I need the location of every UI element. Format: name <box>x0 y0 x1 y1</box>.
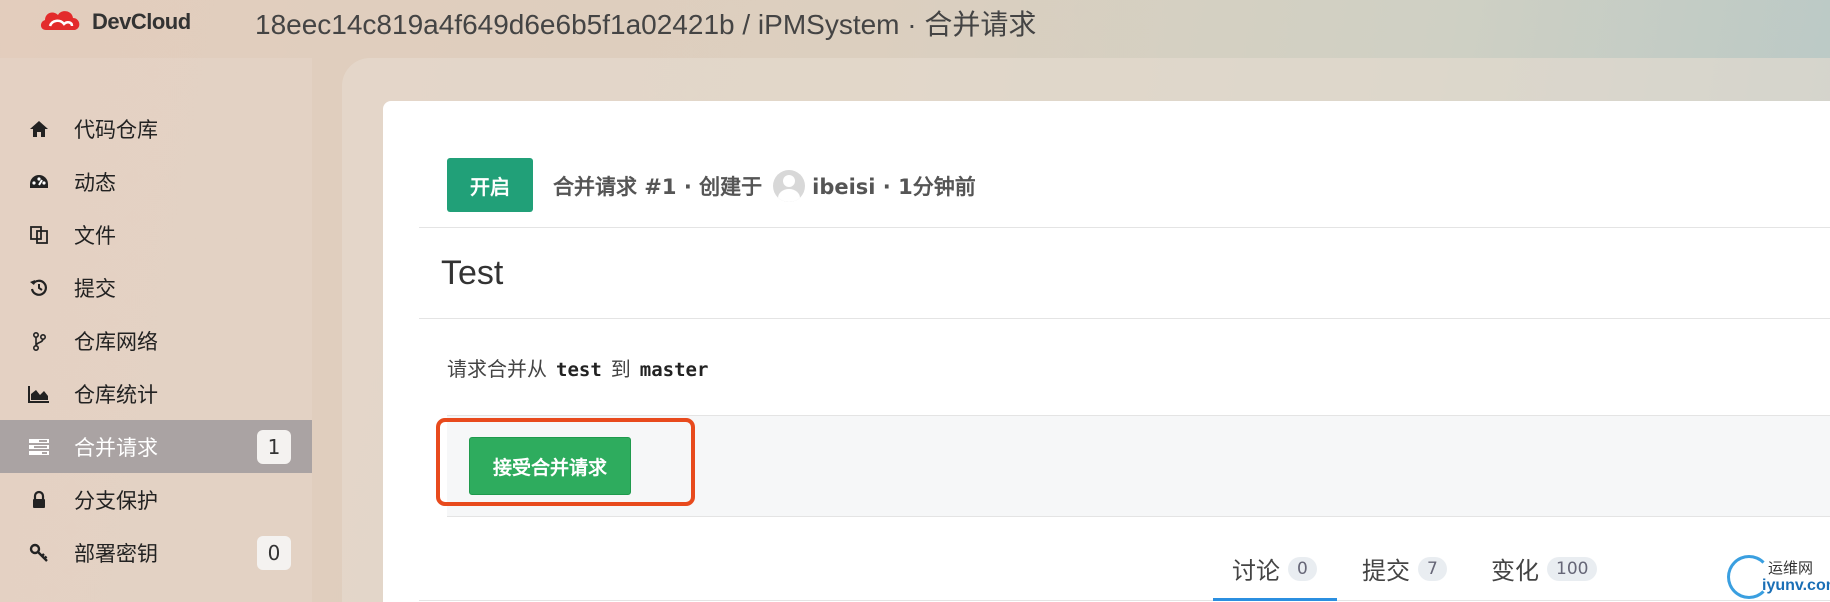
sidebar: 代码仓库 动态 文件 提交 仓库网络 仓库统计 合并请求 1 分支保护 部署密钥… <box>0 58 312 602</box>
tab-commits[interactable]: 提交 7 <box>1362 549 1447 602</box>
tab-label: 提交 <box>1362 557 1410 585</box>
sidebar-item-branch-protection[interactable]: 分支保护 <box>0 473 312 526</box>
desc-prefix: 请求合并从 <box>447 357 547 381</box>
divider <box>419 227 1830 228</box>
sidebar-item-label: 分支保护 <box>74 488 158 513</box>
page-title: 18eec14c819a4f649d6e6b5f1a02421b / iPMSy… <box>255 9 1037 40</box>
sidebar-item-label: 提交 <box>74 276 116 301</box>
devcloud-logo[interactable]: DevCloud <box>38 6 191 38</box>
pr-meta: 合并请求 #1 · 创建于 ibeisi · 1分钟前 <box>553 170 976 202</box>
tab-count: 0 <box>1288 557 1317 581</box>
sidebar-item-files[interactable]: 文件 <box>0 208 312 261</box>
tab-discussion[interactable]: 讨论 0 <box>1232 549 1317 602</box>
area-chart-icon <box>28 383 50 405</box>
pr-title: Test <box>441 254 504 292</box>
tasks-icon <box>28 436 50 458</box>
sidebar-item-activity[interactable]: 动态 <box>0 155 312 208</box>
sidebar-item-label: 文件 <box>74 223 116 248</box>
pr-meta-text: 合并请求 #1 · 创建于 <box>553 175 763 199</box>
count-badge: 1 <box>257 429 291 464</box>
divider <box>419 318 1830 319</box>
watermark-cn: 运维网 <box>1768 559 1814 577</box>
sidebar-item-code-repo[interactable]: 代码仓库 <box>0 102 312 155</box>
sidebar-item-label: 部署密钥 <box>74 541 158 566</box>
source-branch: test <box>556 359 602 381</box>
active-tab-indicator <box>1213 598 1337 601</box>
lock-icon <box>28 489 50 511</box>
tab-count: 7 <box>1418 557 1447 581</box>
home-icon <box>28 118 50 140</box>
top-bar: DevCloud 18eec14c819a4f649d6e6b5f1a02421… <box>0 0 1830 58</box>
sidebar-item-label: 合并请求 <box>74 435 158 460</box>
sidebar-item-deploy-keys[interactable]: 部署密钥 0 <box>0 526 312 579</box>
logo-text: DevCloud <box>92 9 191 34</box>
status-badge: 开启 <box>447 158 533 212</box>
sidebar-item-label: 动态 <box>74 170 116 195</box>
sidebar-item-label: 仓库统计 <box>74 382 158 407</box>
tab-label: 讨论 <box>1232 557 1280 585</box>
desc-mid: 到 <box>610 357 631 381</box>
sidebar-item-label: 仓库网络 <box>74 329 158 354</box>
dashboard-icon <box>28 171 50 193</box>
tab-label: 变化 <box>1491 557 1539 585</box>
pr-description: 请求合并从 test 到 master <box>447 353 708 382</box>
cloud-logo-icon <box>40 11 80 30</box>
accept-merge-button[interactable]: 接受合并请求 <box>469 437 631 495</box>
sidebar-item-label: 代码仓库 <box>74 117 158 142</box>
branch-icon <box>28 330 50 352</box>
history-icon <box>28 277 50 299</box>
tab-changes[interactable]: 变化 100 <box>1491 549 1598 602</box>
sidebar-item-repo-stats[interactable]: 仓库统计 <box>0 367 312 420</box>
target-branch: master <box>639 359 709 381</box>
key-icon <box>28 542 50 564</box>
sidebar-item-repo-network[interactable]: 仓库网络 <box>0 314 312 367</box>
sidebar-item-merge-requests[interactable]: 合并请求 1 <box>0 420 312 473</box>
watermark: 运维网 iyunv.com <box>1725 553 1830 602</box>
avatar[interactable] <box>773 170 806 202</box>
tabs-divider <box>419 600 1830 601</box>
tab-count: 100 <box>1547 557 1598 581</box>
watermark-en: iyunv.com <box>1762 577 1830 594</box>
files-icon <box>28 224 50 246</box>
count-badge: 0 <box>257 535 291 570</box>
pr-author[interactable]: ibeisi · 1分钟前 <box>812 171 976 201</box>
sidebar-item-commits[interactable]: 提交 <box>0 261 312 314</box>
